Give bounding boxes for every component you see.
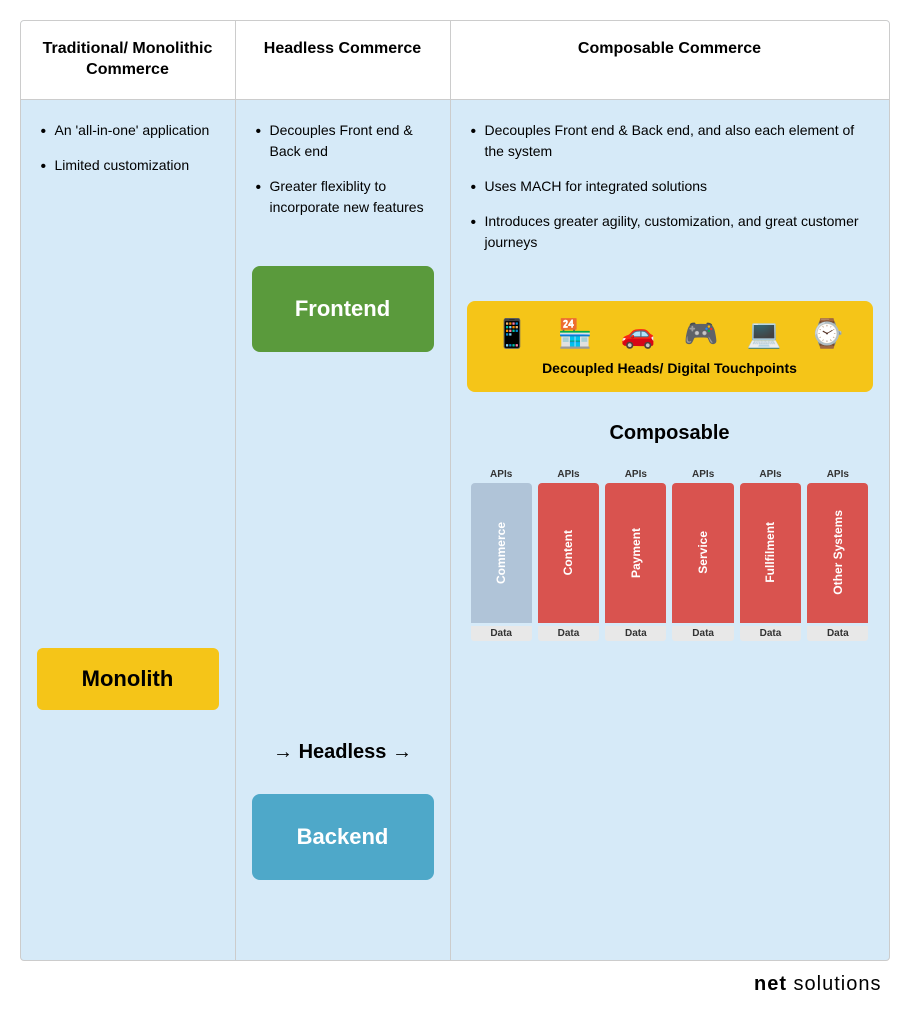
touchpoints-icons: 📱 🏪 🚗 🎮 💻 ⌚ xyxy=(481,317,859,350)
bar-data-label: Data xyxy=(807,626,868,641)
monolith-label: Monolith xyxy=(37,648,219,710)
bar-api-label: APIs xyxy=(625,469,647,480)
bar-label: Service xyxy=(696,531,710,574)
col2-bullet-2: Greater flexiblity to incorporate new fe… xyxy=(252,176,434,218)
header-col1: Traditional/ Monolithic Commerce xyxy=(21,21,236,99)
bar-body: Fullfilment xyxy=(740,483,801,623)
composable-evo-label: Composable xyxy=(467,412,873,459)
touchpoints-label: Decoupled Heads/ Digital Touchpoints xyxy=(481,360,859,376)
bar-unit-service: APIs Service Data xyxy=(672,469,733,641)
col1-bullets: An 'all-in-one' application Limited cust… xyxy=(37,120,219,190)
bar-unit-fullfilment: APIs Fullfilment Data xyxy=(740,469,801,641)
bar-label: Payment xyxy=(629,528,643,578)
headless-evo-label: → Headless → xyxy=(252,731,434,774)
col-headless: Decouples Front end & Back end Greater f… xyxy=(236,100,451,960)
watch-icon: ⌚ xyxy=(810,317,845,350)
col3-bullet-3: Introduces greater agility, customizatio… xyxy=(467,211,873,253)
bar-data-label: Data xyxy=(605,626,666,641)
bar-body: Payment xyxy=(605,483,666,623)
car-icon: 🚗 xyxy=(621,317,656,350)
bar-label: Content xyxy=(561,530,575,575)
laptop-icon: 💻 xyxy=(747,317,782,350)
phone-icon: 📱 xyxy=(495,317,530,350)
bar-label: Fullfilment xyxy=(763,522,777,583)
bar-data-label: Data xyxy=(672,626,733,641)
frontend-box: Frontend xyxy=(252,266,434,352)
store-icon: 🏪 xyxy=(558,317,593,350)
header-col2: Headless Commerce xyxy=(236,21,451,99)
bar-unit-other-systems: APIs Other Systems Data xyxy=(807,469,868,641)
brand-name: net solutions xyxy=(754,973,882,996)
content-row: An 'all-in-one' application Limited cust… xyxy=(21,100,889,960)
header-col3: Composable Commerce xyxy=(451,21,889,99)
col-traditional: An 'all-in-one' application Limited cust… xyxy=(21,100,236,960)
col1-bullet-2: Limited customization xyxy=(37,155,219,176)
bar-api-label: APIs xyxy=(692,469,714,480)
bar-api-label: APIs xyxy=(557,469,579,480)
bar-data-label: Data xyxy=(471,626,532,641)
bar-unit-content: APIs Content Data xyxy=(538,469,599,641)
bar-label: Other Systems xyxy=(831,510,845,595)
bar-unit-commerce: APIs Commerce Data xyxy=(471,469,532,641)
bar-body: Other Systems xyxy=(807,483,868,623)
bar-body: Content xyxy=(538,483,599,623)
col1-bullet-1: An 'all-in-one' application xyxy=(37,120,219,141)
bar-body: Commerce xyxy=(471,483,532,623)
gamepad-icon: 🎮 xyxy=(684,317,719,350)
bar-data-label: Data xyxy=(538,626,599,641)
col3-bullet-2: Uses MACH for integrated solutions xyxy=(467,176,873,197)
col-composable: Decouples Front end & Back end, and also… xyxy=(451,100,889,960)
col2-bullet-1: Decouples Front end & Back end xyxy=(252,120,434,162)
bar-api-label: APIs xyxy=(827,469,849,480)
bar-api-label: APIs xyxy=(490,469,512,480)
col2-bullets: Decouples Front end & Back end Greater f… xyxy=(252,120,434,232)
col3-bullet-1: Decouples Front end & Back end, and also… xyxy=(467,120,873,162)
header-row: Traditional/ Monolithic Commerce Headles… xyxy=(21,21,889,100)
footer: net solutions xyxy=(20,961,890,1000)
backend-box: Backend xyxy=(252,794,434,880)
touchpoints-box: 📱 🏪 🚗 🎮 💻 ⌚ Decoupled Heads/ Digital Tou… xyxy=(467,301,873,392)
bar-api-label: APIs xyxy=(759,469,781,480)
bar-unit-payment: APIs Payment Data xyxy=(605,469,666,641)
bar-label: Commerce xyxy=(494,522,508,584)
diagram-wrapper: Traditional/ Monolithic Commerce Headles… xyxy=(20,20,890,961)
col3-bullets: Decouples Front end & Back end, and also… xyxy=(467,120,873,267)
bar-data-label: Data xyxy=(740,626,801,641)
bars-container: APIs Commerce Data APIs Content Data APIs Payme… xyxy=(467,469,873,641)
bar-body: Service xyxy=(672,483,733,623)
